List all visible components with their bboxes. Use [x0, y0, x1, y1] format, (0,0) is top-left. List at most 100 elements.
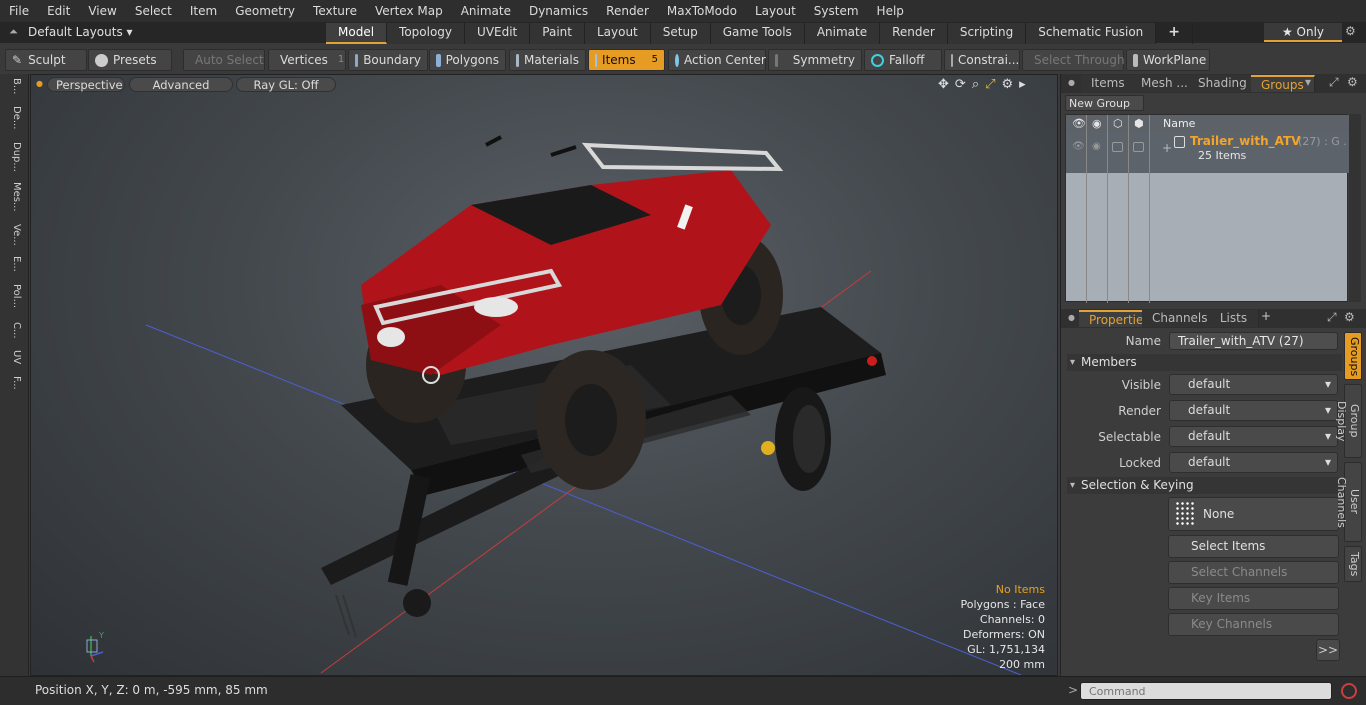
presets-button[interactable]: Presets: [88, 49, 172, 71]
default-layouts-dropdown[interactable]: Default Layouts ▾: [28, 22, 133, 43]
side-tab-tags[interactable]: Tags: [1344, 546, 1362, 582]
settings-gear-icon[interactable]: ⚙: [1345, 24, 1356, 38]
tab-lists[interactable]: Lists: [1209, 310, 1259, 327]
name-field[interactable]: Trailer_with_ATV (27): [1169, 332, 1338, 350]
menu-layout[interactable]: Layout: [746, 0, 805, 22]
tab-animate[interactable]: Animate: [804, 23, 881, 44]
properties-maximize-icon[interactable]: ⤢: [1327, 310, 1337, 325]
menu-render[interactable]: Render: [597, 0, 658, 22]
auto-select-button[interactable]: Auto Select: [183, 49, 265, 71]
key-channels-button[interactable]: Key Channels: [1168, 613, 1339, 636]
expand-plus-icon[interactable]: +: [1162, 141, 1172, 155]
tab-uvedit[interactable]: UVEdit: [465, 23, 531, 44]
group-row[interactable]: 👁 ◉ + Trailer_with_ATV (27) : G ... 25 I…: [1066, 133, 1349, 173]
constraints-button[interactable]: Constrai...: [944, 49, 1020, 71]
menu-texture[interactable]: Texture: [304, 0, 366, 22]
properties-settings-icon[interactable]: ⚙: [1344, 310, 1355, 324]
strip-tab-polygon[interactable]: Pol...: [6, 284, 22, 308]
panel-maximize-icon[interactable]: ⤢: [1329, 75, 1339, 90]
tab-scripting[interactable]: Scripting: [947, 23, 1027, 44]
workplane-button[interactable]: WorkPlane: [1126, 49, 1210, 71]
side-tab-user-channels[interactable]: User Channels: [1335, 462, 1362, 542]
members-section[interactable]: Members: [1067, 354, 1342, 371]
tabs-menu-icon[interactable]: ▾: [1305, 75, 1311, 89]
vertices-button[interactable]: Vertices 1: [268, 49, 346, 71]
more-button[interactable]: >>: [1316, 639, 1340, 661]
strip-tab-fusion[interactable]: F...: [6, 376, 22, 390]
action-center-button[interactable]: Action Center: [668, 49, 766, 71]
tab-layout[interactable]: Layout: [584, 23, 651, 44]
strip-tab-vertex[interactable]: Ve...: [6, 224, 22, 246]
strip-tab-mesh-edit[interactable]: Mes...: [6, 182, 22, 212]
menu-help[interactable]: Help: [868, 0, 913, 22]
row-lock-checkbox[interactable]: [1112, 142, 1123, 152]
tab-paint[interactable]: Paint: [530, 23, 585, 44]
row-select-checkbox[interactable]: [1133, 142, 1144, 152]
new-group-button[interactable]: New Group: [1065, 95, 1144, 111]
tab-topology[interactable]: Topology: [387, 23, 466, 44]
strip-tab-duplicate[interactable]: Dup...: [6, 142, 22, 172]
render-icon[interactable]: ◉: [1092, 117, 1102, 130]
menu-animate[interactable]: Animate: [452, 0, 520, 22]
menu-file[interactable]: File: [0, 0, 38, 22]
tab-render[interactable]: Render: [880, 23, 948, 44]
panel-dot-icon[interactable]: ●: [1068, 78, 1075, 87]
select-channels-button[interactable]: Select Channels: [1168, 561, 1339, 584]
strip-tab-deform[interactable]: De...: [6, 106, 22, 129]
name-column-header[interactable]: Name: [1163, 117, 1195, 130]
menu-geometry[interactable]: Geometry: [226, 0, 304, 22]
tab-shading[interactable]: Shading: [1188, 75, 1258, 92]
record-macro-icon[interactable]: [1341, 683, 1357, 699]
lock-cube-icon[interactable]: ⬡: [1113, 117, 1123, 130]
symmetry-button[interactable]: Symmetry: [768, 49, 862, 71]
group-list-scrollbar[interactable]: [1349, 114, 1361, 302]
key-items-button[interactable]: Key Items: [1168, 587, 1339, 610]
3d-viewport[interactable]: ● Perspective Advanced Ray GL: Off ✥ ⟳ ⌕…: [30, 74, 1058, 676]
selectable-dropdown[interactable]: default: [1169, 426, 1338, 447]
tab-schematic-fusion[interactable]: Schematic Fusion: [1026, 23, 1157, 44]
side-tab-group-display[interactable]: Group Display: [1335, 384, 1362, 458]
menu-dynamics[interactable]: Dynamics: [520, 0, 597, 22]
boundary-button[interactable]: Boundary: [348, 49, 428, 71]
polygons-button[interactable]: Polygons: [429, 49, 506, 71]
visible-dropdown[interactable]: default: [1169, 374, 1338, 395]
collapse-icon[interactable]: ⏶: [9, 25, 18, 39]
selection-keying-section[interactable]: Selection & Keying: [1067, 477, 1342, 494]
strip-tab-curve[interactable]: C...: [6, 322, 22, 339]
strip-tab-edge[interactable]: E...: [6, 256, 22, 272]
locked-dropdown[interactable]: default: [1169, 452, 1338, 473]
add-properties-tab-button[interactable]: +: [1261, 309, 1271, 323]
side-tab-groups[interactable]: Groups: [1344, 332, 1362, 380]
select-items-button[interactable]: Select Items: [1168, 535, 1339, 558]
none-button[interactable]: None: [1168, 497, 1339, 531]
strip-tab-uv[interactable]: UV: [6, 350, 22, 364]
strip-tab-basic[interactable]: B...: [6, 78, 22, 94]
materials-button[interactable]: Materials: [509, 49, 586, 71]
menu-view[interactable]: View: [79, 0, 125, 22]
falloff-button[interactable]: Falloff: [864, 49, 942, 71]
row-visible-icon[interactable]: 👁: [1072, 141, 1085, 152]
tab-items[interactable]: Items: [1081, 75, 1136, 92]
menu-edit[interactable]: Edit: [38, 0, 79, 22]
menu-vertex-map[interactable]: Vertex Map: [366, 0, 452, 22]
add-tab-button[interactable]: +: [1156, 23, 1194, 44]
tab-game-tools[interactable]: Game Tools: [710, 23, 805, 44]
menu-select[interactable]: Select: [126, 0, 181, 22]
items-button[interactable]: Items 5: [588, 49, 665, 71]
select-through-button[interactable]: Select Through: [1022, 49, 1125, 71]
properties-dot-icon[interactable]: ●: [1068, 313, 1075, 322]
visibility-eye-icon[interactable]: 👁: [1072, 117, 1086, 130]
render-dropdown[interactable]: default: [1169, 400, 1338, 421]
sculpt-button[interactable]: ✎ Sculpt: [5, 49, 87, 71]
menu-item[interactable]: Item: [181, 0, 226, 22]
panel-settings-icon[interactable]: ⚙: [1347, 75, 1358, 89]
only-toggle[interactable]: ★ Only: [1264, 23, 1342, 42]
select-cube-icon[interactable]: ⬢: [1134, 117, 1144, 130]
command-input[interactable]: [1080, 682, 1332, 700]
row-render-icon[interactable]: ◉: [1092, 141, 1101, 152]
tab-channels[interactable]: Channels: [1142, 310, 1219, 327]
tab-model[interactable]: Model: [326, 23, 388, 44]
tab-setup[interactable]: Setup: [650, 23, 711, 44]
menu-system[interactable]: System: [805, 0, 868, 22]
menu-maxtomodo[interactable]: MaxToModo: [658, 0, 746, 22]
